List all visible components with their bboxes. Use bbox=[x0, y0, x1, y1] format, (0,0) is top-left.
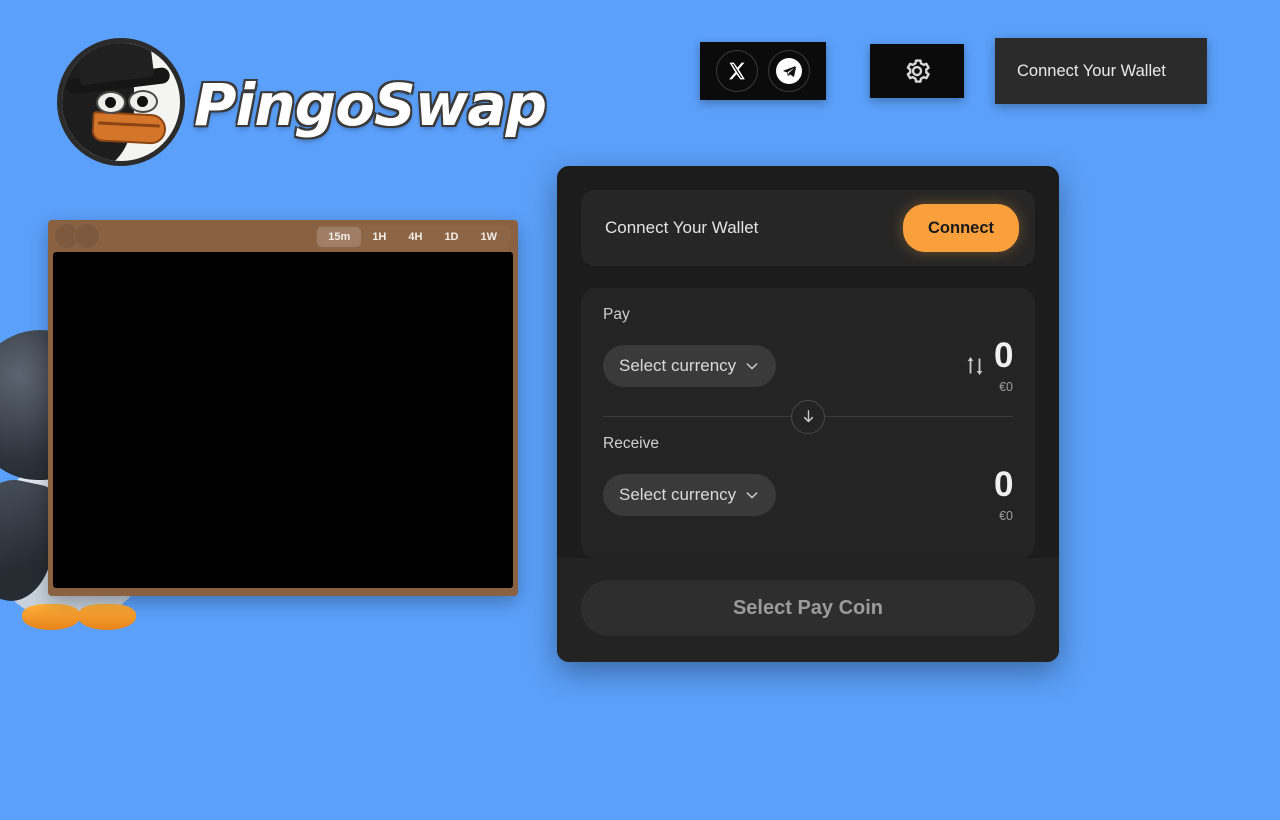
settings-button[interactable] bbox=[870, 44, 964, 98]
swap-card-footer: Select Pay Coin bbox=[557, 558, 1059, 662]
timeframe-group: 15m 1H 4H 1D 1W bbox=[315, 225, 510, 249]
pay-row: Select currency 0 €0 bbox=[603, 338, 1013, 394]
wallet-connect-row: Connect Your Wallet Connect bbox=[581, 190, 1035, 266]
x-twitter-icon bbox=[727, 61, 747, 81]
pay-amount-value[interactable]: 0 bbox=[994, 338, 1013, 373]
social-links-group bbox=[700, 42, 826, 100]
timeframe-15m[interactable]: 15m bbox=[317, 227, 362, 247]
receive-currency-label: Select currency bbox=[619, 485, 737, 504]
swap-card: Connect Your Wallet Connect Pay Select c… bbox=[557, 166, 1059, 662]
chevron-down-icon bbox=[744, 487, 760, 503]
timeframe-1w[interactable]: 1W bbox=[470, 227, 509, 247]
chevron-down-icon bbox=[744, 358, 760, 374]
timeframe-1d[interactable]: 1D bbox=[433, 227, 469, 247]
brand-name: PingoSwap bbox=[194, 71, 547, 139]
timeframe-4h[interactable]: 4H bbox=[397, 227, 433, 247]
header-connect-wallet-label: Connect Your Wallet bbox=[1017, 61, 1166, 80]
swap-io-panel: Pay Select currency 0 €0 Receive Select … bbox=[581, 288, 1035, 558]
timeframe-1h[interactable]: 1H bbox=[361, 227, 397, 247]
receive-row: Select currency 0 €0 bbox=[603, 467, 1013, 523]
receive-amount-fiat: €0 bbox=[999, 509, 1013, 523]
up-down-arrows-icon[interactable] bbox=[965, 354, 985, 378]
gear-icon bbox=[902, 56, 932, 86]
brand-logo[interactable]: PingoSwap bbox=[52, 38, 547, 166]
arrow-down-icon bbox=[800, 408, 817, 425]
telegram-link[interactable] bbox=[768, 50, 810, 92]
pay-currency-label: Select currency bbox=[619, 356, 737, 375]
receive-amount-group: 0 €0 bbox=[994, 467, 1013, 523]
token-icon-b bbox=[74, 223, 100, 249]
chart-canvas[interactable] bbox=[53, 252, 513, 588]
header-connect-wallet-button[interactable]: Connect Your Wallet bbox=[995, 38, 1207, 104]
telegram-icon bbox=[776, 58, 802, 84]
token-pair-icons bbox=[54, 223, 110, 249]
receive-amount-value[interactable]: 0 bbox=[994, 467, 1013, 502]
connect-button[interactable]: Connect bbox=[903, 204, 1019, 252]
select-pay-coin-button[interactable]: Select Pay Coin bbox=[581, 580, 1035, 636]
wallet-connect-label: Connect Your Wallet bbox=[605, 218, 759, 237]
switch-direction-button[interactable] bbox=[791, 399, 825, 434]
pay-currency-select[interactable]: Select currency bbox=[603, 345, 777, 387]
penguin-logo-icon bbox=[52, 38, 192, 166]
pay-amount-group: 0 €0 bbox=[965, 338, 1013, 394]
pay-section-label: Pay bbox=[603, 306, 630, 323]
swap-divider bbox=[603, 399, 1013, 434]
pay-amount-fiat: €0 bbox=[999, 380, 1013, 394]
receive-currency-select[interactable]: Select currency bbox=[603, 474, 777, 516]
price-chart-widget: 15m 1H 4H 1D 1W bbox=[48, 220, 518, 596]
app-root: PingoSwap Connect Your Wallet 15m 1H 4H … bbox=[0, 0, 1280, 820]
receive-section-label: Receive bbox=[603, 435, 659, 452]
x-twitter-link[interactable] bbox=[716, 50, 758, 92]
chart-toolbar: 15m 1H 4H 1D 1W bbox=[48, 220, 518, 252]
